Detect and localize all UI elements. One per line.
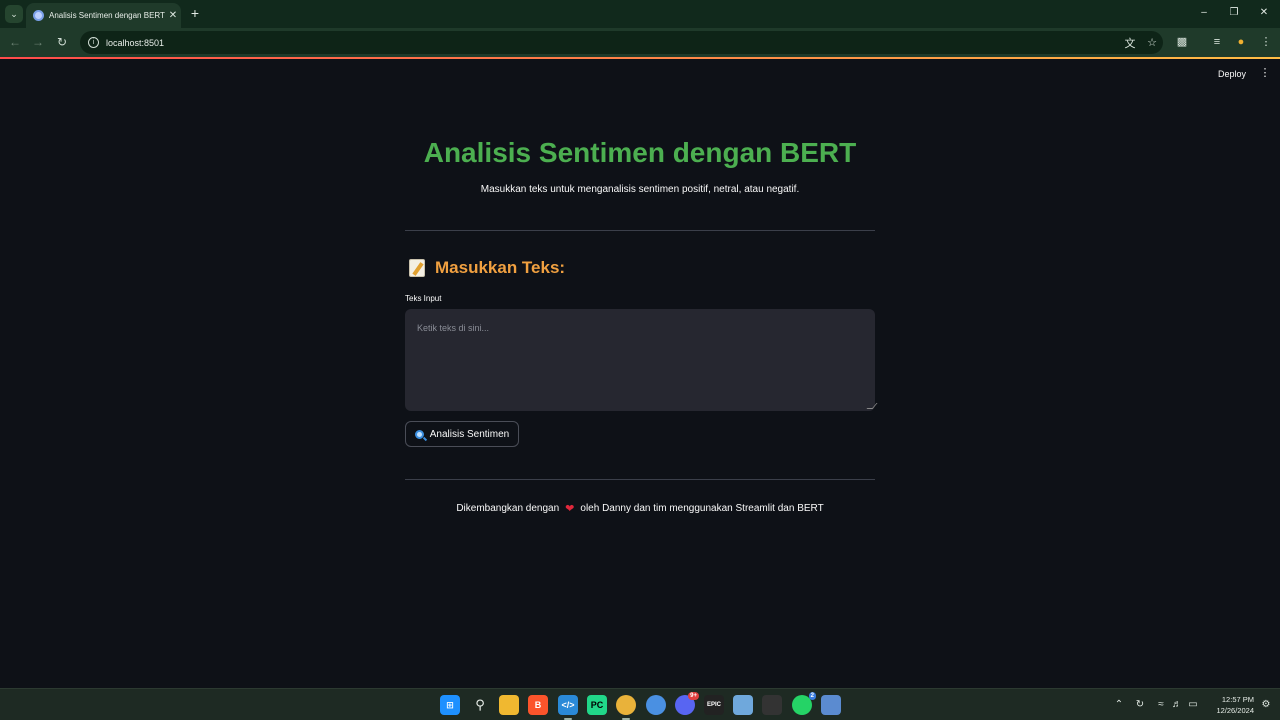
epic-games-icon[interactable]: EPIC [704, 695, 724, 715]
bookmark-star-icon[interactable]: ☆ [1141, 36, 1163, 49]
wifi-icon[interactable]: ≈ [1153, 697, 1169, 713]
page-subtitle: Masukkan teks untuk menganalisis sentime… [480, 184, 800, 195]
magnifier-icon [414, 429, 424, 439]
tab-search-chevron-icon[interactable]: ⌄ [5, 5, 23, 23]
windows-start-icon[interactable]: ⊞ [440, 695, 460, 715]
tab-title: Analisis Sentimen dengan BERT [49, 11, 165, 20]
remote-desktop-icon[interactable] [733, 695, 753, 715]
section-title: Masukkan Teks: [435, 258, 566, 277]
clock-date: 12/26/2024 [1216, 706, 1254, 715]
reload-icon[interactable]: ↻ [52, 33, 72, 51]
address-url[interactable]: localhost:8501 [106, 38, 1119, 48]
media-queue-icon[interactable]: ≡ [1207, 33, 1227, 51]
tab-close-icon[interactable]: ✕ [165, 10, 181, 21]
photos-icon[interactable] [821, 695, 841, 715]
whatsapp-icon[interactable]: 2 [792, 692, 816, 715]
streamlit-favicon-icon [33, 10, 44, 21]
footer-suffix: oleh Danny dan tim menggunakan Streamlit… [580, 503, 824, 514]
main-menu-icon[interactable]: ⋮ [1258, 66, 1272, 79]
divider-bottom [405, 479, 875, 480]
battery-icon[interactable]: ▭ [1185, 697, 1201, 713]
clock-time: 12:57 PM [1221, 695, 1254, 704]
pycharm-icon[interactable]: PC [587, 695, 607, 715]
notifications-icon[interactable]: ⚙ [1258, 697, 1274, 713]
footer: Dikembangkan dengan ❤ oleh Danny dan tim… [405, 502, 875, 515]
sync-icon[interactable]: ↻ [1132, 697, 1148, 713]
browser-tab-bar: ⌄ Analisis Sentimen dengan BERT ✕ + – ❐ … [0, 0, 1280, 28]
volume-icon[interactable]: ♬ [1169, 697, 1185, 713]
deploy-button[interactable]: Deploy [1210, 66, 1254, 82]
forward-arrow-icon[interactable]: → [28, 33, 48, 51]
tray-overflow-chevron-icon[interactable]: ⌃ [1111, 697, 1127, 713]
divider-top [405, 230, 875, 231]
search-icon[interactable]: ⚲ [470, 695, 490, 715]
chrome-icon[interactable] [616, 695, 636, 720]
browser-menu-icon[interactable]: ⋮ [1256, 33, 1276, 51]
terminal-icon[interactable] [762, 695, 782, 715]
browser-toolbar: ← → ↻ i localhost:8501 文 ☆ ▩ ≡ ● ⋮ [0, 28, 1280, 57]
new-tab-plus-icon[interactable]: + [187, 4, 203, 22]
chrome-profile-icon[interactable] [646, 695, 666, 715]
memo-icon [409, 259, 425, 277]
whatsapp-badge: 2 [808, 692, 816, 700]
page-title: Analisis Sentimen dengan BERT [423, 137, 857, 168]
extensions-puzzle-icon[interactable]: ▩ [1172, 33, 1192, 51]
minimize-icon[interactable]: – [1188, 4, 1220, 22]
brave-browser-icon[interactable]: B [528, 695, 548, 715]
profile-avatar-icon[interactable]: ● [1231, 33, 1251, 51]
analyze-button-label: Analisis Sentimen [429, 428, 510, 440]
file-explorer-icon[interactable] [499, 695, 519, 715]
window-close-icon[interactable]: ✕ [1248, 4, 1280, 22]
footer-prefix: Dikembangkan dengan [456, 503, 560, 514]
system-clock[interactable]: 12:57 PM 12/26/2024 [1206, 694, 1254, 716]
text-input-area[interactable] [405, 309, 875, 411]
back-arrow-icon[interactable]: ← [5, 33, 25, 51]
address-bar[interactable]: i localhost:8501 文 ☆ [80, 31, 1163, 54]
translate-icon[interactable]: 文 [1119, 35, 1141, 51]
discord-icon[interactable]: 9+ [675, 692, 699, 715]
vscode-icon[interactable]: </> [558, 695, 578, 720]
taskbar: ⊞ ⚲ B </> PC 9+ EPIC 2 ⌃ ↻ ≈ ♬ ▭ 12:57 P… [0, 688, 1280, 720]
analyze-sentiment-button[interactable]: Analisis Sentimen [405, 421, 519, 447]
input-label: Teks Input [405, 294, 442, 303]
discord-badge: 9+ [688, 692, 699, 700]
heart-icon: ❤ [565, 503, 575, 515]
section-heading: Masukkan Teks: [409, 258, 565, 278]
main-container: Analisis Sentimen dengan BERT Masukkan t… [405, 59, 878, 687]
restore-icon[interactable]: ❐ [1218, 4, 1250, 22]
site-info-icon[interactable]: i [88, 37, 99, 48]
browser-tab[interactable]: Analisis Sentimen dengan BERT ✕ [26, 3, 181, 28]
